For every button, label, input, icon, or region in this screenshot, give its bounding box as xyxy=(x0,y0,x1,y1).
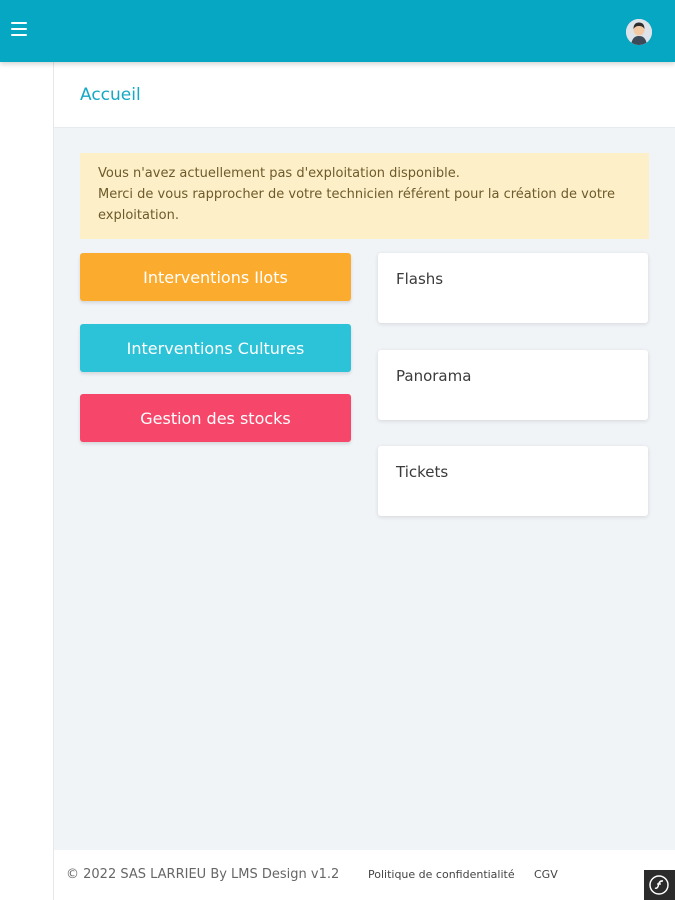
symfony-debug-icon[interactable] xyxy=(644,870,675,900)
alert-line-1: Vous n'avez actuellement pas d'exploitat… xyxy=(98,166,460,181)
interventions-ilots-button[interactable]: Interventions Ilots xyxy=(80,253,351,301)
warning-alert: Vous n'avez actuellement pas d'exploitat… xyxy=(80,153,649,239)
hamburger-menu-icon[interactable] xyxy=(11,22,27,36)
sidebar xyxy=(0,62,54,900)
user-avatar-icon[interactable] xyxy=(626,19,652,45)
panorama-card[interactable]: Panorama xyxy=(378,350,648,420)
top-navbar xyxy=(0,0,675,62)
main-content: Vous n'avez actuellement pas d'exploitat… xyxy=(54,128,675,850)
cgv-link[interactable]: CGV xyxy=(534,868,558,881)
panorama-card-label: Panorama xyxy=(396,367,472,385)
copyright-text: © 2022 SAS LARRIEU By LMS Design v1.2 xyxy=(66,867,340,882)
flashs-card-label: Flashs xyxy=(396,270,444,288)
flashs-card[interactable]: Flashs xyxy=(378,253,648,323)
page-header: Accueil xyxy=(54,62,675,128)
alert-line-2: Merci de vous rapprocher de votre techni… xyxy=(98,187,615,223)
footer: © 2022 SAS LARRIEU By LMS Design v1.2 Po… xyxy=(54,850,675,900)
page-title: Accueil xyxy=(80,85,141,105)
tickets-card[interactable]: Tickets xyxy=(378,446,648,516)
gestion-stocks-button[interactable]: Gestion des stocks xyxy=(80,394,351,442)
interventions-cultures-button[interactable]: Interventions Cultures xyxy=(80,324,351,372)
tickets-card-label: Tickets xyxy=(396,463,449,481)
privacy-policy-link[interactable]: Politique de confidentialité xyxy=(368,868,515,881)
